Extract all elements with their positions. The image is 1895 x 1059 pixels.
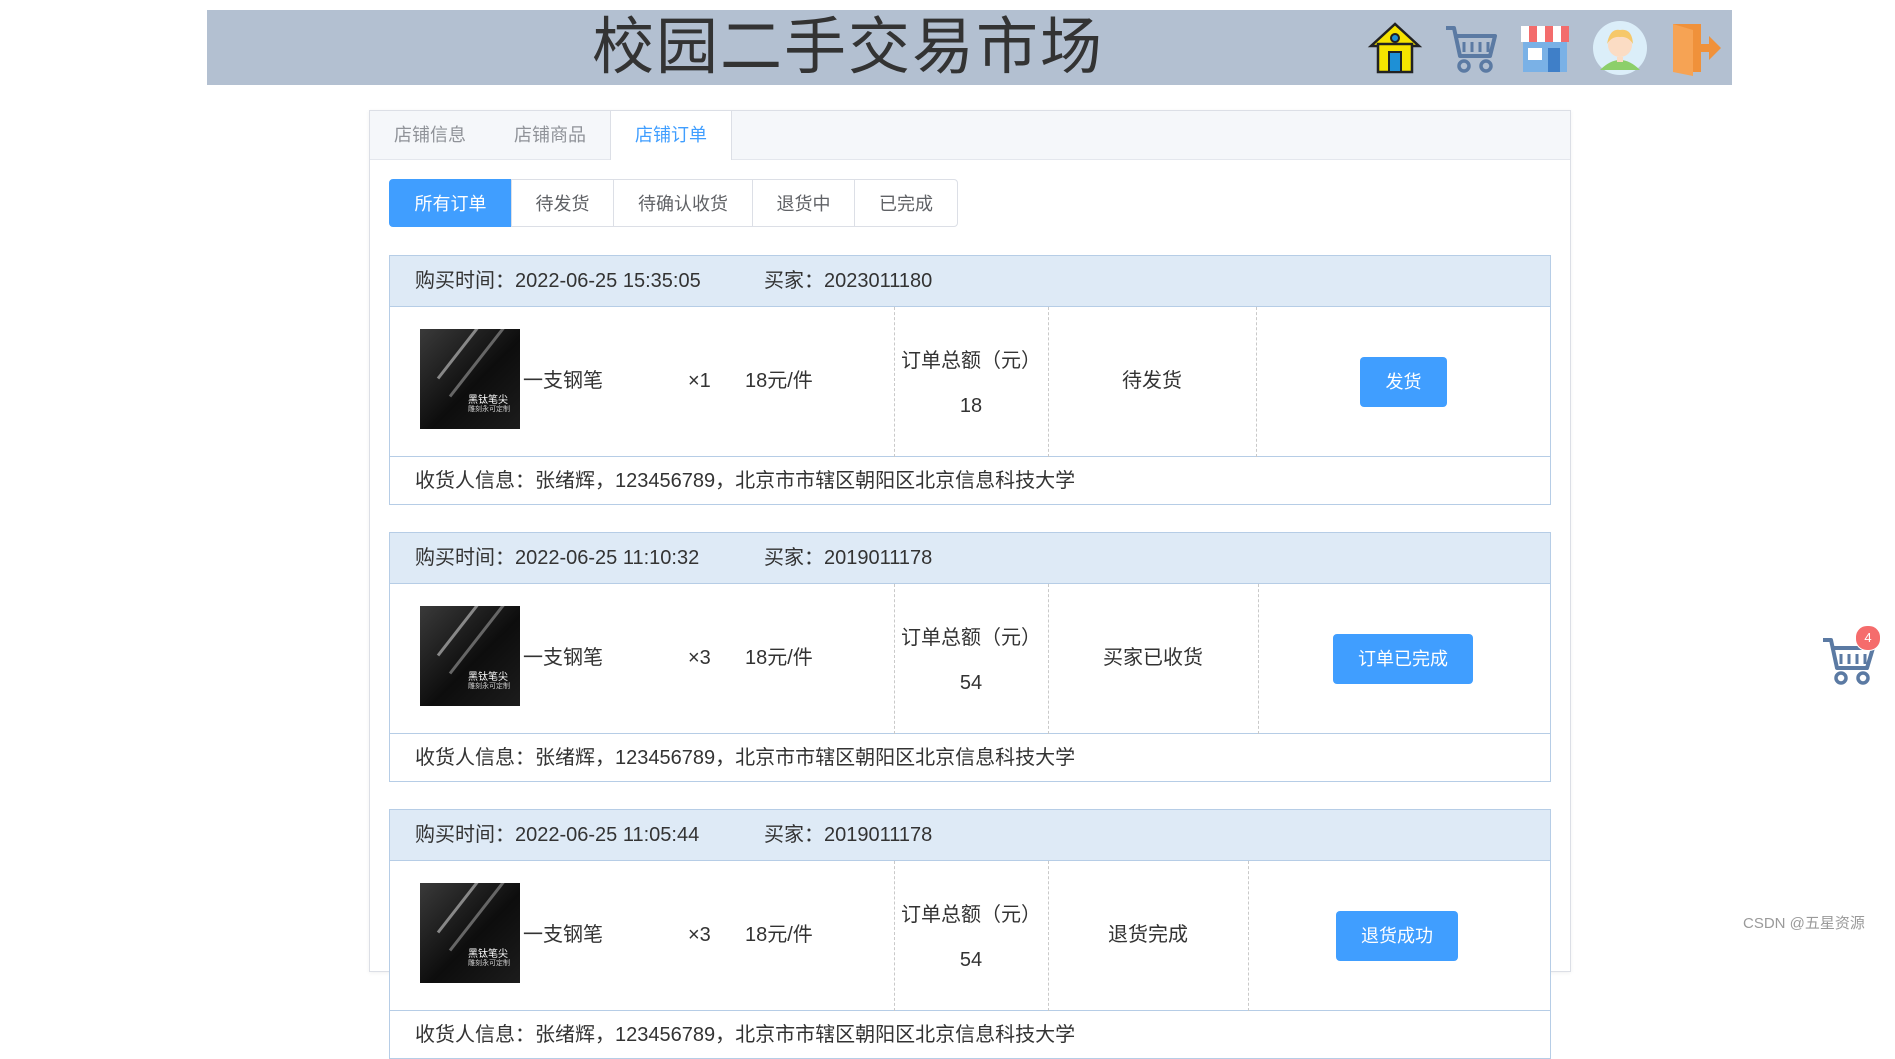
order-header: 购买时间：2022-06-25 15:35:05 买家：2023011180 <box>390 256 1550 307</box>
column-divider <box>1256 307 1257 457</box>
column-divider <box>894 584 895 734</box>
order-total-value: 18 <box>959 395 983 417</box>
product-name[interactable]: 一支钢笔 <box>523 921 603 949</box>
ship-button[interactable]: 发货 <box>1360 357 1447 407</box>
thumbnail-subtitle: 雕刻永可定制 <box>468 960 510 967</box>
order-buyer: 买家：2023011180 <box>764 270 933 292</box>
filter-pending-receipt[interactable]: 待确认收货 <box>613 179 753 227</box>
order-buyer: 买家：2019011178 <box>764 547 933 569</box>
product-name[interactable]: 一支钢笔 <box>523 367 603 395</box>
filter-pending-shipment[interactable]: 待发货 <box>511 179 614 227</box>
tab-shop-orders[interactable]: 店铺订单 <box>610 111 732 160</box>
receiver-info: 收货人信息：张绪辉，123456789，北京市市辖区朝阳区北京信息科技大学 <box>415 1024 1076 1046</box>
product-quantity: ×3 <box>688 647 711 669</box>
home-icon[interactable] <box>1367 20 1423 76</box>
column-divider <box>894 861 895 1011</box>
order-body: 黑钛笔尖 雕刻永可定制 一支钢笔 ×3 18元/件 订单总额（元） 54 退货完… <box>390 861 1550 1011</box>
tab-bar: 店铺信息 店铺商品 店铺订单 <box>370 111 1570 160</box>
order-status: 退货完成 <box>1108 924 1188 946</box>
order-body: 黑钛笔尖 雕刻永可定制 一支钢笔 ×3 18元/件 订单总额（元） 54 买家已… <box>390 584 1550 734</box>
store-icon[interactable] <box>1517 20 1573 76</box>
order-body: 黑钛笔尖 雕刻永可定制 一支钢笔 ×1 18元/件 订单总额（元） 18 待发货… <box>390 307 1550 457</box>
filter-returning[interactable]: 退货中 <box>752 179 855 227</box>
order-buyer: 买家：2019011178 <box>764 824 933 846</box>
tab-shop-products[interactable]: 店铺商品 <box>490 111 610 159</box>
site-header: 校园二手交易市场 <box>207 10 1732 85</box>
order-total-label: 订单总额（元） <box>901 350 1041 372</box>
order-status: 买家已收货 <box>1103 647 1203 669</box>
order-card: 购买时间：2022-06-25 11:05:44 买家：2019011178 黑… <box>389 809 1551 1059</box>
product-name[interactable]: 一支钢笔 <box>523 644 603 672</box>
product-thumbnail[interactable]: 黑钛笔尖 雕刻永可定制 <box>420 329 520 429</box>
order-header: 购买时间：2022-06-25 11:05:44 买家：2019011178 <box>390 810 1550 861</box>
receiver-info: 收货人信息：张绪辉，123456789，北京市市辖区朝阳区北京信息科技大学 <box>415 747 1076 769</box>
shop-panel: 店铺信息 店铺商品 店铺订单 所有订单 待发货 待确认收货 退货中 已完成 购买… <box>369 110 1571 1059</box>
product-price: 18元/件 <box>745 924 813 946</box>
filter-completed[interactable]: 已完成 <box>854 179 958 227</box>
product-quantity: ×1 <box>688 370 711 392</box>
return-success-button[interactable]: 退货成功 <box>1336 911 1458 961</box>
filter-all-orders[interactable]: 所有订单 <box>389 179 512 227</box>
column-divider <box>1258 584 1259 734</box>
product-thumbnail[interactable]: 黑钛笔尖 雕刻永可定制 <box>420 606 520 706</box>
product-quantity: ×3 <box>688 924 711 946</box>
product-price: 18元/件 <box>745 647 813 669</box>
cart-count-badge: 4 <box>1855 625 1881 651</box>
cart-icon[interactable] <box>1442 20 1498 76</box>
column-divider <box>1248 861 1249 1011</box>
avatar-icon[interactable] <box>1592 20 1648 76</box>
order-completed-button[interactable]: 订单已完成 <box>1333 634 1473 684</box>
tab-shop-info[interactable]: 店铺信息 <box>370 111 490 159</box>
order-header: 购买时间：2022-06-25 11:10:32 买家：2019011178 <box>390 533 1550 584</box>
order-total-value: 54 <box>959 949 983 971</box>
order-time: 购买时间：2022-06-25 11:10:32 <box>415 547 700 569</box>
product-price: 18元/件 <box>745 370 813 392</box>
order-total-value: 54 <box>959 672 983 694</box>
order-total-label: 订单总额（元） <box>901 904 1041 926</box>
product-thumbnail[interactable]: 黑钛笔尖 雕刻永可定制 <box>420 883 520 983</box>
logout-icon[interactable] <box>1667 20 1723 76</box>
order-total-label: 订单总额（元） <box>901 627 1041 649</box>
order-card: 购买时间：2022-06-25 11:10:32 买家：2019011178 黑… <box>389 532 1551 782</box>
column-divider <box>894 307 895 457</box>
order-card: 购买时间：2022-06-25 15:35:05 买家：2023011180 黑… <box>389 255 1551 505</box>
thumbnail-subtitle: 雕刻永可定制 <box>468 683 510 690</box>
thumbnail-subtitle: 雕刻永可定制 <box>468 406 510 413</box>
watermark-text: CSDN @五星资源 <box>1743 915 1865 932</box>
order-time: 购买时间：2022-06-25 11:05:44 <box>415 824 700 846</box>
receiver-info: 收货人信息：张绪辉，123456789，北京市市辖区朝阳区北京信息科技大学 <box>415 470 1076 492</box>
site-title: 校园二手交易市场 <box>592 13 1105 82</box>
order-status: 待发货 <box>1122 370 1182 392</box>
order-time: 购买时间：2022-06-25 15:35:05 <box>415 270 701 292</box>
